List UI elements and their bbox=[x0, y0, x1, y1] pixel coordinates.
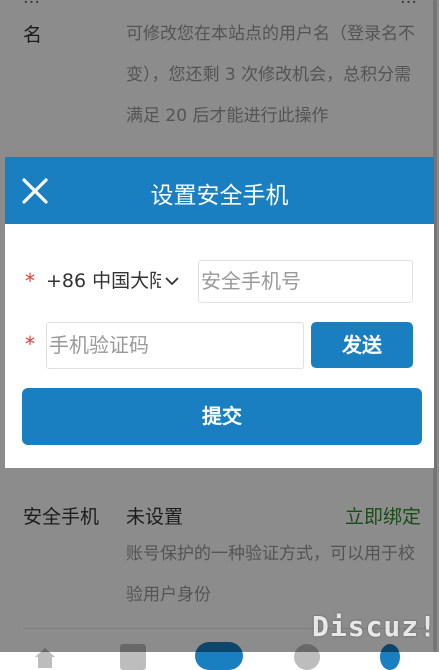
required-mark: * bbox=[25, 332, 35, 356]
submit-button[interactable]: 提交 bbox=[22, 388, 422, 445]
discuz-watermark: Discuz! bbox=[312, 610, 438, 643]
dialog-title: 设置安全手机 bbox=[150, 183, 289, 209]
dialog-header: 设置安全手机 bbox=[5, 157, 434, 224]
set-phone-dialog: 设置安全手机 * +86 中国大陆 安全手机号 * 手机验证码 发送 提交 bbox=[5, 157, 434, 468]
sms-code-input[interactable]: 手机验证码 bbox=[46, 322, 304, 369]
chevron-down-icon bbox=[164, 273, 180, 293]
required-mark: * bbox=[25, 269, 35, 293]
send-code-button[interactable]: 发送 bbox=[311, 322, 413, 368]
phone-number-input[interactable]: 安全手机号 bbox=[198, 260, 413, 303]
country-code-value: +86 中国大陆 bbox=[46, 270, 161, 292]
country-code-select[interactable]: +86 中国大陆 bbox=[46, 267, 196, 295]
